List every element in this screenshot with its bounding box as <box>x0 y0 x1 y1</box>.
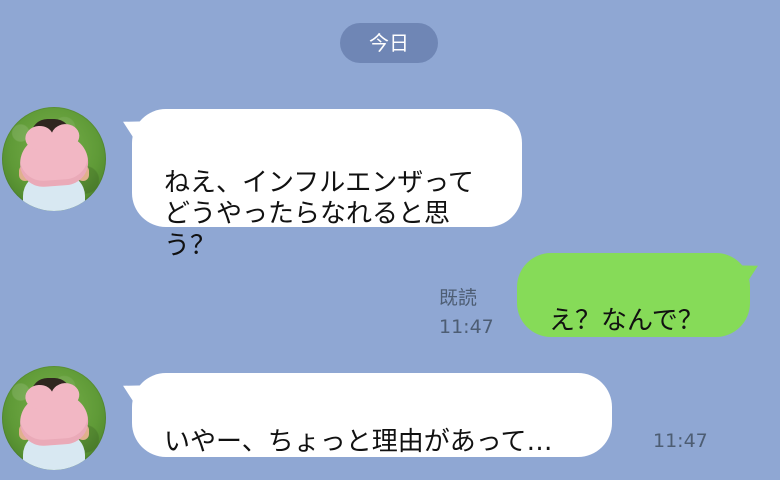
message-time: 11:47 <box>653 430 708 452</box>
incoming-message-bubble[interactable]: ねえ、インフルエンザって どうやったらなれると思う？ <box>132 109 522 261</box>
read-receipt: 既読 <box>439 287 478 309</box>
date-divider: 今日 <box>340 23 438 63</box>
message-text: ねえ、インフルエンザって どうやったらなれると思う？ <box>164 168 474 261</box>
avatar[interactable] <box>2 366 106 470</box>
outgoing-message-bubble[interactable]: え？なんで？ <box>517 253 750 337</box>
message-text: いやー、ちょっと理由があって… <box>164 427 553 458</box>
incoming-message-bubble[interactable]: いやー、ちょっと理由があって… <box>132 373 612 457</box>
message-time: 11:47 <box>439 316 494 338</box>
message-text: え？なんで？ <box>549 306 704 337</box>
avatar[interactable] <box>2 107 106 211</box>
